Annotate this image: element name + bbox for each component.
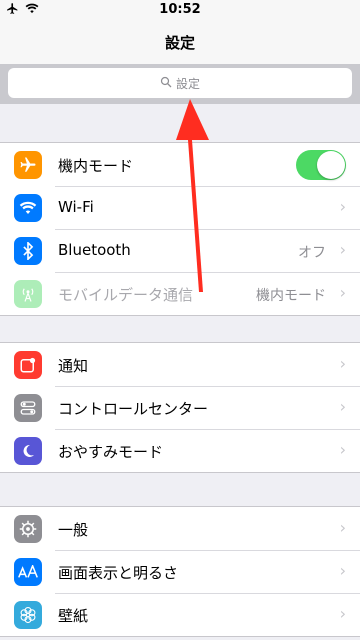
page-title: 設定 [164,34,195,52]
setting-row-airplane-mode[interactable]: 機内モード [0,143,360,186]
text-size-icon [14,558,42,586]
setting-label: 一般 [58,521,89,539]
setting-row-notifications[interactable]: 通知 › [0,343,360,386]
setting-row-cellular[interactable]: モバイルデータ通信 機内モード › [0,272,360,315]
navigation-bar: 設定 [0,20,360,64]
toggle-knob [317,151,345,179]
settings-group-general: 一般 › 画面表示と明るさ › 壁紙 › [0,506,360,637]
airplane-mode-toggle[interactable] [296,150,346,180]
gear-icon [14,515,42,543]
airplane-icon [14,151,42,179]
setting-label: 壁紙 [58,607,89,625]
setting-row-general[interactable]: 一般 › [0,507,360,550]
wifi-icon [14,194,42,222]
setting-label: モバイルデータ通信 [58,286,194,304]
chevron-right-icon: › [339,283,346,302]
search-icon [160,76,172,91]
setting-label: 機内モード [58,157,134,175]
chevron-right-icon: › [339,197,346,216]
chevron-right-icon: › [339,354,346,373]
notifications-icon [14,351,42,379]
setting-label: おやすみモード [58,443,164,461]
setting-label: 画面表示と明るさ [58,564,179,582]
setting-row-control-center[interactable]: コントロールセンター › [0,386,360,429]
chevron-right-icon: › [339,561,346,580]
setting-label: Bluetooth [58,241,131,259]
settings-group-notifications: 通知 › コントロールセンター › おやすみモード › [0,342,360,473]
antenna-icon [14,280,42,308]
search-placeholder: 設定 [175,76,200,91]
settings-group-connectivity: 機内モード Wi-Fi › Bluetooth オフ › モバイルデータ通信 機… [0,142,360,316]
setting-value: 機内モード [256,288,326,304]
control-center-icon [14,394,42,422]
setting-row-wifi[interactable]: Wi-Fi › [0,186,360,229]
chevron-right-icon: › [339,240,346,259]
search-area: 設定 [0,64,360,104]
moon-icon [14,437,42,465]
bluetooth-icon [14,237,42,265]
setting-label: 通知 [58,357,89,375]
setting-value: オフ [298,245,326,261]
chevron-right-icon: › [339,518,346,537]
chevron-right-icon: › [339,397,346,416]
setting-row-display-brightness[interactable]: 画面表示と明るさ › [0,550,360,593]
setting-label: Wi-Fi [58,198,94,216]
setting-row-do-not-disturb[interactable]: おやすみモード › [0,429,360,472]
flower-icon [14,601,42,629]
setting-label: コントロールセンター [58,400,209,418]
search-input[interactable]: 設定 [8,68,352,98]
setting-row-bluetooth[interactable]: Bluetooth オフ › [0,229,360,272]
chevron-right-icon: › [339,440,346,459]
status-bar: 10:52 [0,0,360,20]
chevron-right-icon: › [339,604,346,623]
status-time: 10:52 [159,2,201,17]
setting-row-wallpaper[interactable]: 壁紙 › [0,593,360,636]
